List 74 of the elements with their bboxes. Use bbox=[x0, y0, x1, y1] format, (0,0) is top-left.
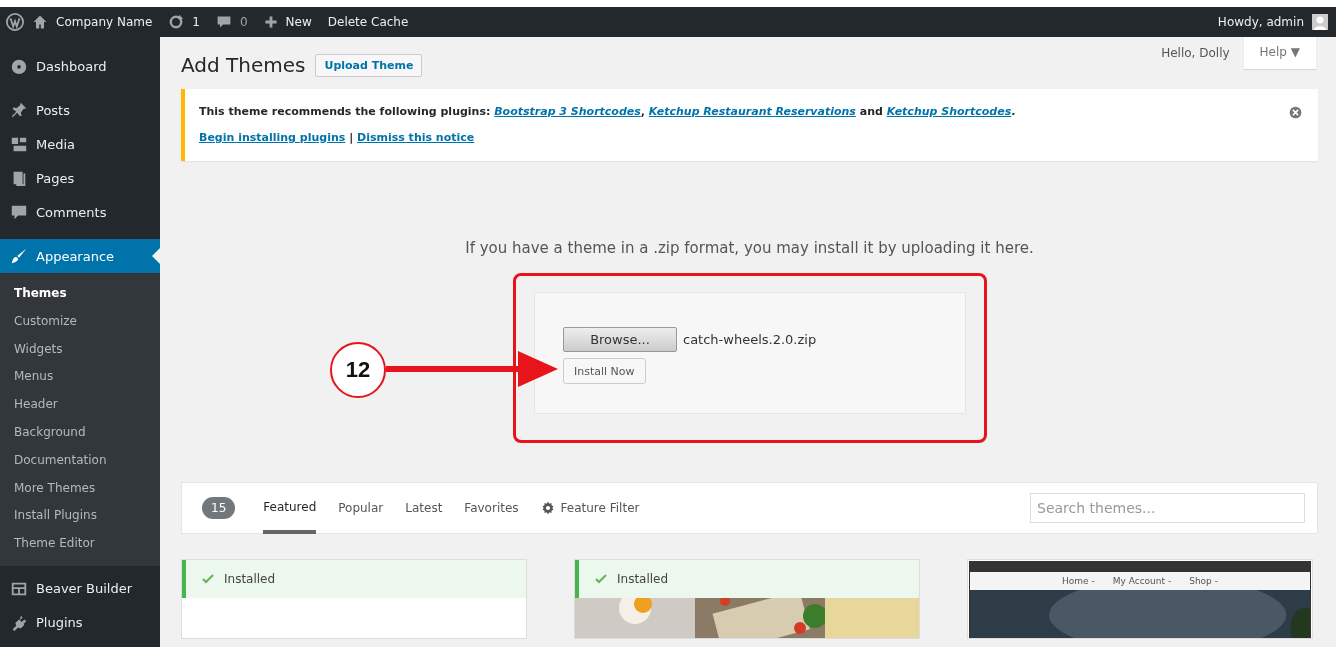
submenu-item[interactable]: More Themes bbox=[0, 474, 160, 503]
submenu-item[interactable]: Themes bbox=[0, 280, 160, 308]
comments-count[interactable]: 0 bbox=[239, 15, 248, 29]
current-pointer-icon bbox=[152, 248, 160, 264]
filter-tab[interactable]: Featured bbox=[263, 482, 317, 534]
submenu-item[interactable]: Menus bbox=[0, 363, 160, 392]
installed-label: Installed bbox=[224, 572, 276, 586]
howdy-link[interactable]: Howdy, admin bbox=[1217, 15, 1304, 29]
theme-card[interactable]: Home - My Account - Shop - bbox=[967, 559, 1313, 639]
updates-count[interactable]: 1 bbox=[192, 15, 200, 29]
delete-cache-link[interactable]: Delete Cache bbox=[327, 15, 409, 29]
filter-tab[interactable]: Popular bbox=[338, 482, 384, 534]
submenu-item[interactable]: Theme Editor bbox=[0, 530, 160, 558]
nav-item: My Account - bbox=[1112, 576, 1172, 586]
submenu-item[interactable]: Widgets bbox=[0, 335, 160, 364]
close-icon[interactable] bbox=[1289, 106, 1302, 119]
home-icon[interactable] bbox=[32, 14, 48, 30]
sidebar-item[interactable]: Media bbox=[0, 127, 160, 161]
notice-action-link[interactable]: Begin installing plugins bbox=[199, 131, 346, 144]
comment-icon[interactable] bbox=[215, 14, 232, 30]
submenu-item[interactable]: Header bbox=[0, 391, 160, 419]
sidebar-item[interactable]: Comments bbox=[0, 195, 160, 229]
notice-separator: , bbox=[640, 105, 646, 118]
plugin-link[interactable]: Ketchup Restaurant Reservations bbox=[648, 105, 856, 118]
page-title: Add Themes bbox=[181, 53, 306, 77]
help-tab[interactable]: Help ▼ bbox=[1243, 37, 1316, 69]
filter-tab[interactable]: Favorites bbox=[464, 482, 519, 534]
sidebar-item[interactable]: Posts bbox=[0, 93, 160, 127]
browse-button[interactable]: Browse... bbox=[563, 327, 677, 352]
plugin-link[interactable]: Bootstrap 3 Shortcodes bbox=[494, 105, 641, 118]
updates-icon[interactable] bbox=[168, 14, 185, 30]
upload-theme-button[interactable]: Upload Theme bbox=[315, 53, 423, 77]
submenu-item[interactable]: Customize bbox=[0, 307, 160, 336]
filter-tab[interactable]: Latest bbox=[405, 482, 443, 534]
search-field[interactable]: Search themes... bbox=[1030, 493, 1305, 523]
sidebar-item[interactable]: Appearance bbox=[0, 239, 160, 273]
brush-icon bbox=[10, 247, 28, 265]
nav-item: Shop - bbox=[1189, 576, 1218, 586]
notice-action-link[interactable]: Dismiss this notice bbox=[357, 131, 475, 144]
sidebar-item[interactable]: Plugins bbox=[0, 605, 160, 640]
install-now-button[interactable]: Install Now bbox=[563, 358, 646, 384]
media-icon bbox=[10, 135, 28, 153]
submenu-item[interactable]: Documentation bbox=[0, 446, 160, 475]
theme-card[interactable]: Installed bbox=[181, 559, 527, 639]
plugin-link[interactable]: Ketchup Shortcodes bbox=[886, 105, 1012, 118]
nav-item: Home - bbox=[1062, 576, 1095, 586]
plug-icon bbox=[10, 613, 28, 632]
site-name-link[interactable]: Company Name bbox=[56, 15, 153, 29]
submenu-item[interactable]: Background bbox=[0, 419, 160, 447]
wordpress-logo-icon[interactable] bbox=[6, 13, 24, 31]
sidebar-item[interactable]: Dashboard bbox=[0, 49, 160, 83]
comment-icon bbox=[10, 203, 28, 221]
new-link[interactable]: New bbox=[285, 15, 312, 29]
notice-separator: | bbox=[348, 131, 355, 144]
theme-count: 15 bbox=[202, 497, 236, 519]
check-icon bbox=[595, 574, 607, 584]
notice-separator: . bbox=[1011, 105, 1016, 118]
plus-icon[interactable] bbox=[263, 15, 278, 29]
hello-dolly-text: Hello, Dolly bbox=[1161, 46, 1230, 60]
sidebar-item[interactable]: Beaver Builder bbox=[0, 571, 160, 606]
check-icon bbox=[202, 574, 214, 584]
notice-separator: and bbox=[858, 105, 884, 118]
sidebar-item[interactable]: Pages bbox=[0, 161, 160, 195]
upload-instructions: If you have a theme in a .zip format, you may install it by uploading it here. bbox=[464, 239, 1035, 257]
feature-filter-link[interactable]: Feature Filter bbox=[560, 482, 640, 534]
notice-text: This theme recommends the following plugins: bbox=[199, 105, 492, 118]
file-name: catch-wheels.2.0.zip bbox=[683, 332, 817, 347]
pin-icon bbox=[10, 101, 28, 119]
dashboard-icon bbox=[10, 57, 28, 75]
theme-card[interactable]: Installed bbox=[574, 559, 920, 639]
settings-icon[interactable] bbox=[540, 501, 555, 515]
installed-label: Installed bbox=[617, 572, 669, 586]
submenu-item[interactable]: Install Plugins bbox=[0, 502, 160, 531]
step-number: 12 bbox=[330, 342, 386, 398]
